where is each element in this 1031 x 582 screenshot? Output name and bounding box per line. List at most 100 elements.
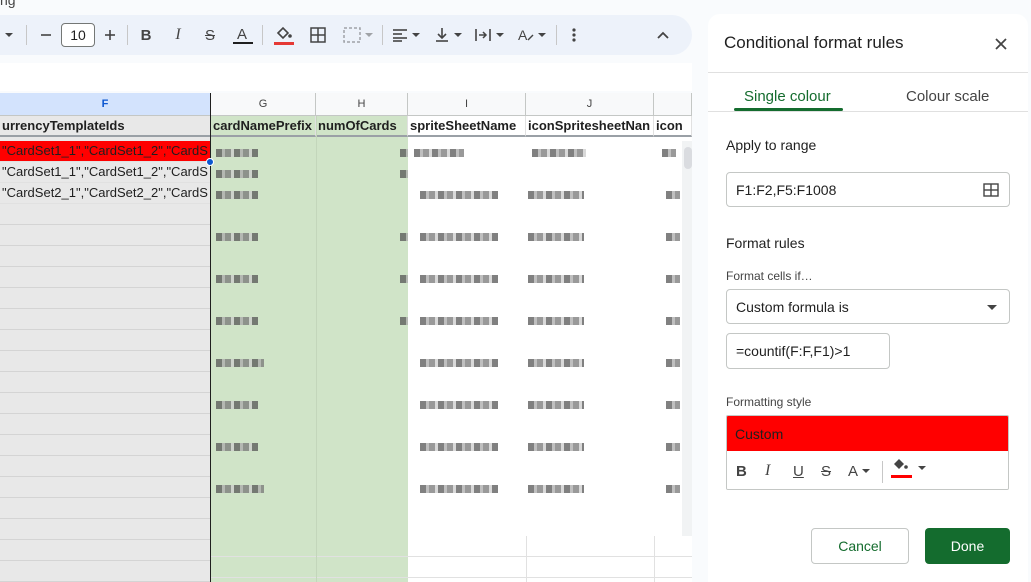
redacted-cell: [420, 443, 498, 451]
redacted-cell: [528, 233, 584, 241]
style-preview-text: Custom: [735, 425, 784, 442]
chevron-down-icon: [918, 466, 926, 470]
formatting-style-box: Custom B I U S A: [726, 415, 1009, 490]
cell-f3[interactable]: "CardSet1_1","CardSet1_2","CardS: [0, 162, 211, 183]
text-wrapping-button[interactable]: [472, 15, 506, 55]
column-header-k[interactable]: [654, 93, 692, 116]
redacted-cell: [216, 485, 264, 493]
column-divider: [316, 116, 317, 582]
formatting-style-label: Formatting style: [726, 395, 812, 409]
condition-dropdown[interactable]: Custom formula is: [726, 289, 1010, 324]
range-input[interactable]: F1:F2,F5:F1008: [726, 172, 1010, 207]
style-bold-button[interactable]: B: [736, 460, 747, 482]
style-text-color-button[interactable]: A: [848, 460, 871, 482]
fill-color-button[interactable]: [272, 15, 296, 55]
scrollbar-thumb[interactable]: [684, 147, 692, 169]
chevron-down-icon: [987, 305, 997, 310]
header-cell-i[interactable]: spriteSheetName: [408, 116, 526, 137]
highlighted-range: [211, 116, 408, 582]
redacted-cell: [528, 485, 584, 493]
redacted-cell: [414, 149, 464, 157]
spreadsheet-grid[interactable]: F G H I J urrencyTemplateIds cardNamePre…: [0, 93, 692, 582]
style-italic-button[interactable]: I: [765, 460, 770, 482]
formula-input[interactable]: =countif(F:F,F1)>1: [726, 333, 890, 369]
header-cell-j[interactable]: iconSpritesheetNan: [526, 116, 654, 137]
redacted-cell: [666, 359, 680, 367]
cell-f4[interactable]: "CardSet2_1","CardSet2_2","CardS: [0, 183, 211, 204]
redacted-cell: [666, 317, 680, 325]
tabs-divider: [708, 111, 1028, 112]
cancel-button[interactable]: Cancel: [811, 528, 909, 564]
toolbar-divider: [556, 25, 557, 45]
style-strikethrough-button[interactable]: S: [821, 460, 831, 482]
borders-button[interactable]: [308, 15, 328, 55]
increase-font-size-button[interactable]: [100, 15, 120, 55]
redacted-cell: [666, 275, 680, 283]
redacted-cell: [400, 317, 408, 325]
redacted-cell: [662, 149, 676, 157]
redacted-cell: [420, 233, 498, 241]
style-underline-button[interactable]: U: [793, 460, 804, 482]
redacted-cell: [666, 401, 680, 409]
merge-cells-button[interactable]: [340, 15, 376, 55]
select-range-icon[interactable]: [983, 183, 999, 200]
formula-bar[interactable]: [0, 63, 692, 91]
header-cell-k[interactable]: icon: [654, 116, 692, 137]
header-cell-f[interactable]: urrencyTemplateIds: [0, 116, 211, 137]
redacted-cell: [528, 275, 584, 283]
column-header-g[interactable]: G: [211, 93, 316, 116]
font-size-input[interactable]: 10: [61, 23, 95, 47]
redacted-cell: [420, 275, 498, 283]
decrease-font-size-button[interactable]: [36, 15, 56, 55]
vertical-scrollbar[interactable]: [682, 141, 692, 536]
redacted-cell: [528, 401, 584, 409]
format-cells-if-label: Format cells if…: [726, 269, 813, 283]
collapse-toolbar-icon[interactable]: [652, 15, 674, 55]
document-title-fragment: ng: [0, 0, 16, 8]
redacted-cell: [400, 275, 408, 283]
redacted-cell: [216, 443, 258, 451]
horizontal-align-button[interactable]: [390, 15, 422, 55]
style-toolbar: B I U S A: [727, 451, 1008, 489]
format-rules-label: Format rules: [726, 235, 805, 251]
text-rotation-button[interactable]: A: [514, 15, 548, 55]
column-header-h[interactable]: H: [316, 93, 408, 116]
redacted-cell: [216, 359, 264, 367]
condition-value: Custom formula is: [736, 298, 849, 315]
column-header-i[interactable]: I: [408, 93, 526, 116]
redacted-cell: [216, 149, 258, 157]
cell-f2[interactable]: "CardSet1_1","CardSet1_2","CardS: [0, 141, 211, 162]
italic-button[interactable]: I: [168, 15, 188, 55]
column-header-f[interactable]: F: [0, 93, 211, 116]
text-color-button[interactable]: A: [231, 15, 255, 55]
panel-divider: [708, 72, 1028, 73]
redacted-cell: [400, 170, 408, 178]
selection-border: [210, 93, 211, 582]
column-header-j[interactable]: J: [526, 93, 654, 116]
redacted-cell: [420, 401, 498, 409]
redacted-cell: [666, 233, 680, 241]
done-button[interactable]: Done: [925, 528, 1010, 564]
selection-handle[interactable]: [206, 158, 214, 166]
redacted-cell: [216, 401, 258, 409]
style-fill-color-button[interactable]: [890, 457, 926, 479]
close-icon[interactable]: [992, 35, 1010, 53]
tab-single-colour[interactable]: Single colour: [744, 88, 831, 105]
conditional-format-panel: Conditional format rules Single colour C…: [708, 14, 1028, 582]
text-color-glyph: A: [848, 462, 859, 480]
header-cell-h[interactable]: numOfCards: [316, 116, 408, 137]
svg-text:A: A: [237, 26, 247, 43]
redacted-cell: [420, 359, 498, 367]
vertical-align-button[interactable]: [432, 15, 464, 55]
redacted-cell: [528, 317, 584, 325]
chevron-down-icon[interactable]: [2, 15, 16, 55]
redacted-cell: [528, 191, 584, 199]
tab-colour-scale[interactable]: Colour scale: [906, 88, 989, 105]
more-vert-icon[interactable]: [564, 15, 584, 55]
bold-button[interactable]: B: [136, 15, 156, 55]
style-preview[interactable]: Custom: [727, 416, 1008, 451]
header-cell-g[interactable]: cardNamePrefix: [211, 116, 316, 137]
column-divider: [654, 536, 655, 582]
strikethrough-button[interactable]: S: [199, 15, 221, 55]
svg-text:A: A: [518, 27, 528, 43]
